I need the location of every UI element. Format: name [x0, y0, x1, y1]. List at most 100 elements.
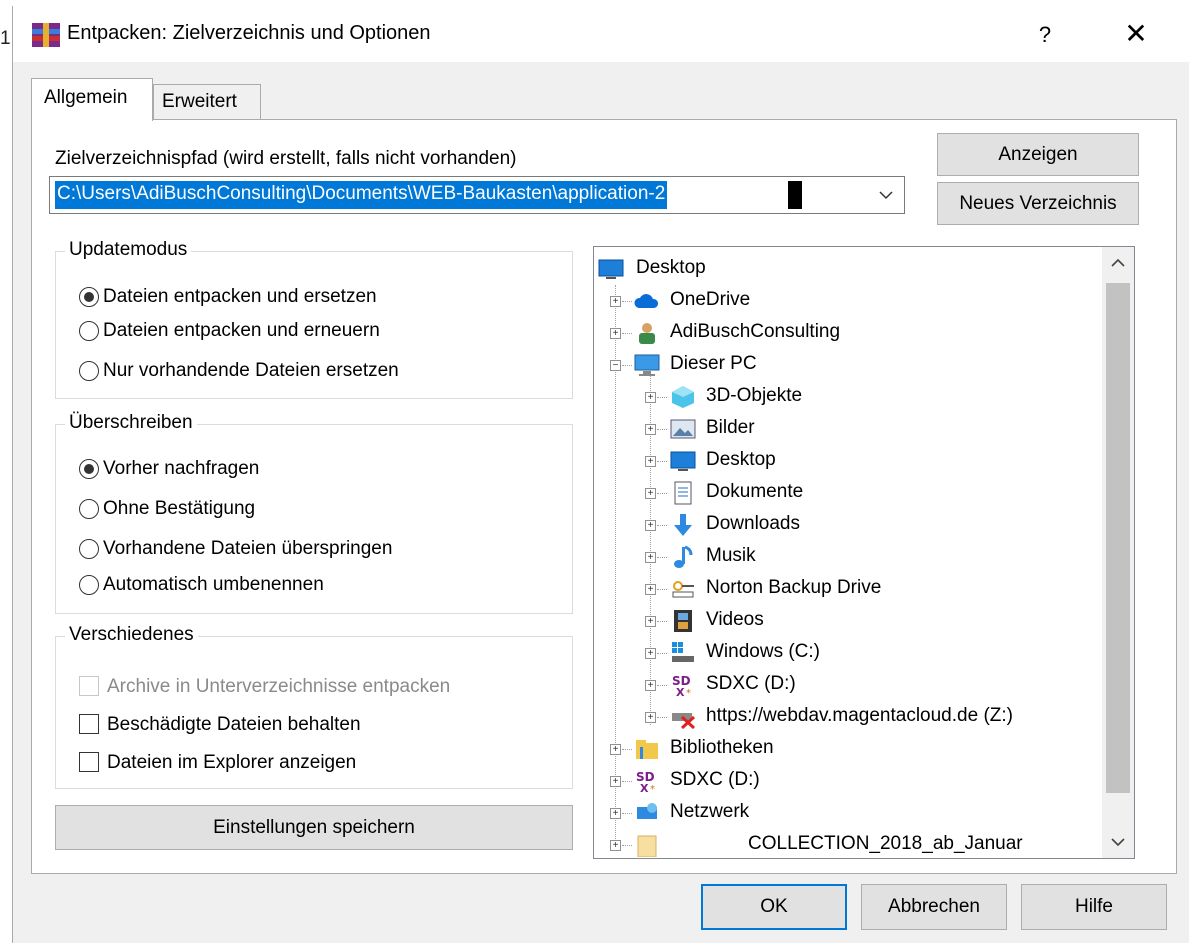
save-settings-button[interactable]: Einstellungen speichern	[55, 805, 573, 850]
expand-icon[interactable]: +	[610, 328, 621, 339]
desktop-icon	[598, 259, 624, 279]
radio-auto-rename[interactable]	[79, 575, 99, 595]
tree-connector	[657, 589, 667, 590]
path-label: Zielverzeichnispfad (wird erstellt, fall…	[55, 148, 517, 169]
svg-text:X: X	[640, 782, 649, 793]
tree-item-label: Videos	[706, 609, 764, 630]
tree-connector	[657, 429, 667, 430]
tree-item-label: COLLECTION_2018_ab_Januar	[748, 833, 1023, 854]
expand-icon[interactable]: +	[645, 680, 656, 691]
new-folder-button[interactable]: Neues Verzeichnis	[937, 182, 1139, 225]
radio-extract-replace[interactable]	[79, 287, 99, 307]
desktop-icon	[670, 451, 696, 471]
tree-connector	[622, 845, 632, 846]
tree-connector	[657, 461, 667, 462]
radio-skip-existing-label[interactable]: Vorhandene Dateien überspringen	[103, 538, 392, 560]
expand-icon[interactable]: +	[645, 552, 656, 563]
chevron-down-icon[interactable]	[1102, 826, 1134, 858]
help-title-button[interactable]: ?	[1025, 18, 1065, 52]
checkbox-show-in-explorer-label[interactable]: Dateien im Explorer anzeigen	[107, 752, 356, 774]
radio-replace-existing-label[interactable]: Nur vorhandende Dateien ersetzen	[103, 360, 399, 382]
update-mode-title: Updatemodus	[65, 239, 192, 261]
radio-without-confirm-label[interactable]: Ohne Bestätigung	[103, 498, 255, 520]
tree-connector	[657, 557, 667, 558]
expand-icon[interactable]: +	[645, 616, 656, 627]
tree-item-label: Norton Backup Drive	[706, 577, 882, 598]
tree-connector	[622, 813, 632, 814]
tree-item-label: OneDrive	[670, 289, 751, 310]
expand-icon[interactable]: +	[645, 584, 656, 595]
expand-icon[interactable]: +	[610, 840, 621, 851]
title-bar: Entpacken: Zielverzeichnis und Optionen …	[13, 6, 1189, 62]
expand-icon[interactable]: +	[645, 712, 656, 723]
radio-extract-update[interactable]	[79, 321, 99, 341]
cancel-button[interactable]: Abbrechen	[861, 884, 1007, 930]
chevron-up-icon[interactable]	[1102, 247, 1134, 279]
close-button[interactable]: ✕	[1113, 16, 1159, 52]
expand-icon[interactable]: +	[610, 296, 621, 307]
checkbox-keep-broken[interactable]	[79, 714, 99, 734]
tree-item-label: Musik	[706, 545, 756, 566]
text-caret	[788, 181, 802, 209]
tree-item-label: https://webdav.magentacloud.de (Z:)	[706, 705, 1013, 726]
tree-item-label: Netzwerk	[670, 801, 750, 822]
expand-icon[interactable]: +	[610, 744, 621, 755]
scrollbar-thumb[interactable]	[1106, 283, 1130, 793]
network-icon	[637, 803, 657, 819]
ok-button[interactable]: OK	[701, 884, 847, 930]
radio-replace-existing[interactable]	[79, 361, 99, 381]
radio-ask-before-label[interactable]: Vorher nachfragen	[103, 458, 259, 480]
video-icon	[674, 610, 692, 632]
checkbox-extract-subfolders-label: Archive in Unterverzeichnisse entpacken	[107, 676, 451, 697]
tree-connector	[622, 749, 632, 750]
radio-skip-existing[interactable]	[79, 539, 99, 559]
extract-dialog: Entpacken: Zielverzeichnis und Optionen …	[12, 6, 1189, 943]
radio-ask-before[interactable]	[79, 459, 99, 479]
radio-auto-rename-label[interactable]: Automatisch umbenennen	[103, 574, 324, 596]
show-button[interactable]: Anzeigen	[937, 133, 1139, 176]
tab-erweitert[interactable]: Erweitert	[153, 84, 261, 120]
folder-tree[interactable]: Desktop + OneDrive + AdiBuschConsulting …	[593, 246, 1135, 859]
tree-item-label: Dieser PC	[670, 353, 757, 374]
tree-connector	[657, 621, 667, 622]
tree-item-label: Desktop	[636, 257, 706, 278]
expand-icon[interactable]: +	[645, 648, 656, 659]
expand-icon[interactable]: +	[645, 488, 656, 499]
expand-icon[interactable]: +	[645, 424, 656, 435]
dialog-title: Entpacken: Zielverzeichnis und Optionen	[67, 22, 431, 44]
radio-without-confirm[interactable]	[79, 499, 99, 519]
tree-connector	[657, 525, 667, 526]
winrar-icon	[32, 23, 60, 47]
svg-text:X: X	[676, 686, 685, 697]
tree-connector	[622, 301, 632, 302]
chevron-down-icon[interactable]	[876, 185, 896, 205]
document-icon	[674, 481, 692, 505]
checkbox-keep-broken-label[interactable]: Beschädigte Dateien behalten	[107, 714, 361, 736]
cube-icon	[672, 386, 694, 408]
tree-item-label: SDXC (D:)	[670, 769, 760, 790]
download-icon	[674, 514, 692, 536]
expand-icon[interactable]: +	[645, 520, 656, 531]
misc-title: Verschiedenes	[65, 624, 198, 646]
destination-path-combobox[interactable]: C:\Users\AdiBuschConsulting\Documents\WE…	[49, 176, 905, 214]
checkbox-show-in-explorer[interactable]	[79, 752, 99, 772]
expand-icon[interactable]: +	[645, 392, 656, 403]
radio-extract-replace-label[interactable]: Dateien entpacken und ersetzen	[103, 286, 377, 308]
tree-connector	[622, 781, 632, 782]
tree-scrollbar[interactable]	[1102, 247, 1134, 858]
tree-connector	[657, 717, 667, 718]
folder-icon	[637, 835, 657, 857]
collapse-icon[interactable]: −	[610, 360, 621, 371]
tab-allgemein[interactable]: Allgemein	[31, 78, 153, 121]
pictures-icon	[670, 419, 696, 439]
tree-item-label: Windows (C:)	[706, 641, 821, 662]
tree-item-label: AdiBuschConsulting	[670, 321, 841, 342]
destination-path-value[interactable]: C:\Users\AdiBuschConsulting\Documents\WE…	[55, 181, 668, 209]
radio-extract-update-label[interactable]: Dateien entpacken und erneuern	[103, 320, 380, 342]
expand-icon[interactable]: +	[645, 456, 656, 467]
tree-item-label: Dokumente	[706, 481, 804, 502]
expand-icon[interactable]: +	[610, 776, 621, 787]
overwrite-title: Überschreiben	[65, 412, 197, 434]
help-button[interactable]: Hilfe	[1021, 884, 1167, 930]
expand-icon[interactable]: +	[610, 808, 621, 819]
